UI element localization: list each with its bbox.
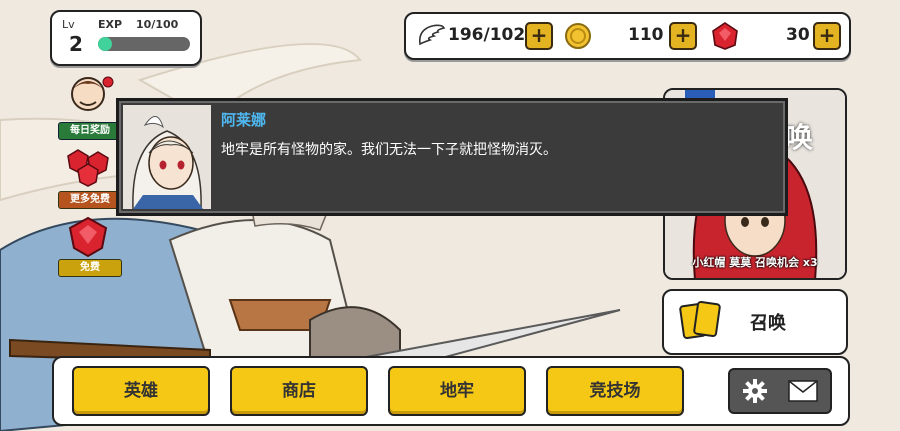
more-free-button[interactable]: 更多免费 — [58, 191, 122, 209]
level-panel: Lv 2 EXP 10/100 — [50, 10, 202, 66]
exp-label: EXP — [98, 18, 123, 31]
dialogue-text: 地牢是所有怪物的家。我们无法一下子就把怪物消灭。 — [221, 142, 557, 158]
dialogue-box[interactable]: 阿莱娜 地牢是所有怪物的家。我们无法一下子就把怪物消灭。 — [116, 98, 788, 216]
arena-tab-button[interactable]: 竞技场 — [546, 366, 684, 416]
more-free-shortcut[interactable] — [64, 146, 114, 190]
red-gem-icon — [712, 22, 738, 50]
gear-icon[interactable] — [742, 378, 768, 404]
dungeon-tab-button[interactable]: 地牢 — [388, 366, 526, 416]
level-value: 2 — [69, 32, 83, 56]
girl-character-icon — [71, 76, 114, 111]
summon-caption: 小红帽 莫莫 召唤机会 x3 — [692, 256, 818, 269]
summon-button[interactable]: 召唤 — [662, 289, 848, 355]
exp-value: 10/100 — [136, 18, 179, 31]
exp-bar — [98, 37, 190, 51]
free-button[interactable]: 免费 — [58, 259, 122, 277]
gem-pile-icon — [67, 149, 109, 187]
wing-icon — [418, 24, 446, 46]
speaker-portrait — [123, 105, 211, 209]
daily-reward-button[interactable]: 每日奖励 — [58, 122, 122, 140]
gems-value: 30 — [786, 25, 810, 45]
mail-icon[interactable] — [788, 380, 818, 402]
shop-tab-button[interactable]: 商店 — [230, 366, 368, 416]
summon-banner-text: 唤 — [785, 121, 814, 154]
gold-coin-icon — [565, 23, 591, 49]
speaker-name: 阿莱娜 — [221, 111, 267, 129]
add-gold-button[interactable]: + — [669, 22, 697, 50]
alaina-portrait-art — [123, 105, 211, 209]
settings-mail-group — [728, 368, 832, 414]
resource-bar: 196/102 + 110 + 30 + — [404, 12, 851, 60]
add-wings-button[interactable]: + — [525, 22, 553, 50]
summon-cards-icon — [679, 301, 721, 339]
heroes-tab-button[interactable]: 英雄 — [72, 366, 210, 416]
bottom-nav-bar: 英雄 商店 地牢 竞技场 — [52, 356, 850, 426]
free-gem-shortcut[interactable] — [66, 216, 110, 258]
level-label: Lv — [62, 18, 75, 31]
daily-reward-shortcut[interactable] — [60, 72, 116, 122]
red-gem-icon — [68, 216, 108, 258]
wings-value: 196/102 — [448, 25, 526, 45]
add-gems-button[interactable]: + — [813, 22, 841, 50]
gold-value: 110 — [628, 25, 664, 45]
exp-bar-fill — [98, 37, 112, 51]
summon-button-label: 召唤 — [750, 313, 786, 334]
